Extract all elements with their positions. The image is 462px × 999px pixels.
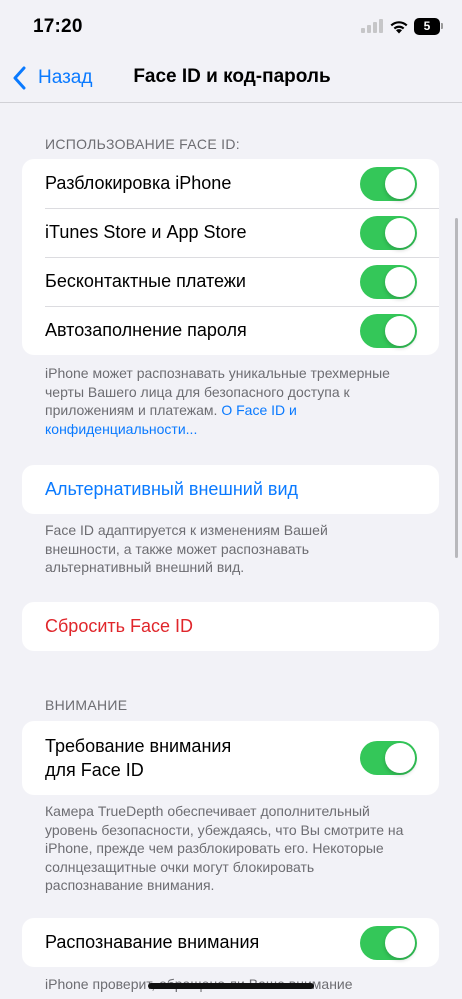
battery-cap — [441, 23, 443, 29]
home-indicator[interactable] — [148, 983, 314, 989]
page-title: Face ID и код-пароль — [133, 66, 331, 87]
attention-aware-group: Распознавание внимания — [22, 918, 439, 967]
row-require-attention: Требование внимания для Face ID — [22, 721, 439, 795]
require-attention-footer: Камера TrueDepth обеспечивает дополнител… — [45, 803, 404, 893]
screen: 17:20 5 Назад Face ID и код-пароль ИСПОЛ… — [0, 0, 462, 999]
alternative-look-footer: Face ID адаптируется к изменениям Вашей … — [45, 522, 328, 575]
navigation-bar: Назад Face ID и код-пароль — [0, 54, 462, 103]
require-attention-line2: для Face ID — [45, 760, 144, 780]
contactless-payments-toggle[interactable] — [360, 264, 417, 299]
row-attention-aware: Распознавание внимания — [22, 918, 439, 967]
alternative-look-label: Альтернативный внешний вид — [45, 479, 299, 499]
battery-icon: 5 — [414, 18, 440, 35]
row-password-autofill: Автозаполнение пароля — [22, 306, 439, 355]
use-face-id-footer-text: iPhone может распознавать уникальные тре… — [45, 365, 390, 418]
attention-group: Требование внимания для Face ID — [22, 721, 439, 795]
attention-header: ВНИМАНИЕ — [45, 697, 128, 713]
reset-face-id-button[interactable]: Сбросить Face ID — [22, 602, 439, 651]
reset-group: Сбросить Face ID — [22, 602, 439, 651]
status-time: 17:20 — [33, 16, 83, 37]
use-face-id-header: ИСПОЛЬЗОВАНИЕ FACE ID: — [45, 136, 240, 152]
require-attention-toggle[interactable] — [360, 741, 417, 775]
wifi-icon — [390, 21, 408, 34]
cellular-signal-icon — [361, 19, 385, 33]
require-attention-line1: Требование внимания — [45, 736, 232, 756]
alternative-look-group: Альтернативный внешний вид — [22, 465, 439, 514]
itunes-app-store-toggle[interactable] — [360, 215, 417, 250]
unlock-iphone-toggle[interactable] — [360, 166, 417, 201]
row-itunes-app-store: iTunes Store и App Store — [22, 208, 439, 257]
row-contactless-payments: Бесконтактные платежи — [22, 257, 439, 306]
status-bar: 17:20 5 — [0, 0, 462, 54]
reset-face-id-label: Сбросить Face ID — [45, 616, 194, 636]
row-unlock-iphone: Разблокировка iPhone — [22, 159, 439, 208]
attention-aware-toggle[interactable] — [360, 925, 417, 960]
use-face-id-footer: iPhone может распознавать уникальные тре… — [45, 364, 405, 438]
use-face-id-group: Разблокировка iPhone iTunes Store и App … — [22, 159, 439, 355]
alternative-look-button[interactable]: Альтернативный внешний вид — [22, 465, 439, 514]
scroll-indicator[interactable] — [455, 218, 458, 558]
password-autofill-toggle[interactable] — [360, 313, 417, 348]
